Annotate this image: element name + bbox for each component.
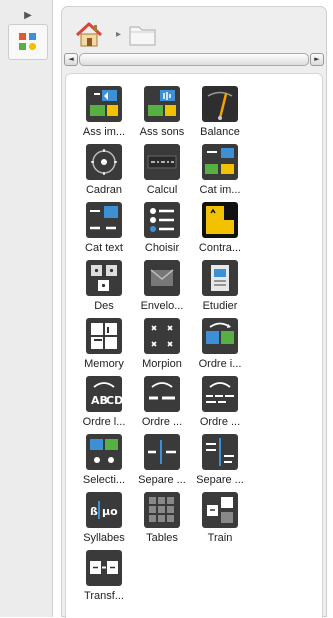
triangle-right-icon[interactable]: ▶ — [22, 10, 34, 22]
tool-label: Calcul — [146, 184, 178, 196]
tool-label: Separe ... — [138, 474, 186, 486]
tool-ass-sons[interactable]: Ass sons — [134, 86, 190, 148]
tool-morpion[interactable]: Morpion — [134, 318, 190, 380]
svg-text:CD: CD — [106, 394, 122, 407]
choose-list-icon — [144, 202, 180, 238]
tool-label: Ass sons — [139, 126, 185, 138]
tool-label: Morpion — [142, 358, 182, 370]
tool-label: Tables — [146, 532, 178, 544]
svg-text:ß: ß — [90, 505, 98, 518]
tool-label: Selecti... — [82, 474, 126, 486]
tool-label: Cat im... — [199, 184, 241, 196]
activities-icon — [19, 33, 37, 51]
syllables-icon: ß µo — [86, 492, 122, 528]
activities-tab[interactable] — [8, 24, 48, 60]
tool-label: Cat text — [85, 242, 123, 254]
separate-words-icon — [144, 434, 180, 470]
separate-sentences-icon — [202, 434, 238, 470]
calculation-icon — [144, 144, 180, 180]
order-letters-icon: AB CD — [86, 376, 122, 412]
tool-syllabes[interactable]: ß µo Syllabes — [76, 492, 132, 554]
clock-dial-icon — [86, 144, 122, 180]
home-icon[interactable] — [74, 21, 104, 54]
breadcrumb: ▸ — [74, 19, 224, 49]
tool-ordre-mots[interactable]: Ordre ... — [134, 376, 190, 438]
tool-separe-mots[interactable]: Separe ... — [134, 434, 190, 496]
scroll-left-button[interactable]: ◄ — [64, 53, 78, 66]
tool-cat-text[interactable]: Cat text — [76, 202, 132, 264]
tool-selection[interactable]: Selecti... — [76, 434, 132, 496]
transform-icon — [86, 550, 122, 586]
contrast-icon — [202, 202, 238, 238]
tool-memory[interactable]: Memory — [76, 318, 132, 380]
tool-label: Syllabes — [83, 532, 125, 544]
scrollbar-thumb[interactable] — [79, 53, 309, 66]
svg-text:µo: µo — [102, 505, 118, 518]
tool-etudier[interactable]: Etudier — [192, 260, 248, 322]
tool-calcul[interactable]: Calcul — [134, 144, 190, 206]
tool-ass-images[interactable]: Ass im... — [76, 86, 132, 148]
categorize-text-icon — [86, 202, 122, 238]
order-sentences-icon — [202, 376, 238, 412]
tool-train[interactable]: Train — [192, 492, 248, 554]
order-words-icon — [144, 376, 180, 412]
tool-label: Contra... — [198, 242, 242, 254]
tool-enveloppe[interactable]: Envelo... — [134, 260, 190, 322]
tables-icon — [144, 492, 180, 528]
scroll-right-button[interactable]: ► — [310, 53, 324, 66]
tool-ordre-phrases[interactable]: Ordre ... — [192, 376, 248, 438]
tool-label: Memory — [84, 358, 124, 370]
tic-tac-toe-icon — [144, 318, 180, 354]
tool-transform[interactable]: Transf... — [76, 550, 132, 612]
tool-label: Ordre ... — [199, 416, 241, 428]
tool-label: Cadran — [85, 184, 123, 196]
side-toolbar: ▶ — [0, 0, 53, 617]
tool-cadran[interactable]: Cadran — [76, 144, 132, 206]
memory-icon — [86, 318, 122, 354]
tool-choisir[interactable]: Choisir — [134, 202, 190, 264]
train-icon — [202, 492, 238, 528]
tool-tables[interactable]: Tables — [134, 492, 190, 554]
tool-separe-phrases[interactable]: Separe ... — [192, 434, 248, 496]
order-images-icon — [202, 318, 238, 354]
tool-label: Choisir — [144, 242, 180, 254]
tool-des[interactable]: Des — [76, 260, 132, 322]
tool-ordre-lettres[interactable]: AB CD Ordre l... — [76, 376, 132, 438]
categorize-images-icon — [202, 144, 238, 180]
balance-icon — [202, 86, 238, 122]
tool-label: Ordre l... — [82, 416, 126, 428]
dice-icon — [86, 260, 122, 296]
tool-label: Transf... — [84, 590, 124, 602]
tool-label: Etudier — [202, 300, 238, 312]
activities-grid: Ass im... Ass sons Balance Cadran Calcul… — [65, 73, 323, 618]
selection-icon — [86, 434, 122, 470]
tool-label: Envelo... — [140, 300, 184, 312]
tool-cat-images[interactable]: Cat im... — [192, 144, 248, 206]
tool-label: Balance — [200, 126, 240, 138]
associate-images-icon — [86, 86, 122, 122]
tool-label: Ordre ... — [141, 416, 183, 428]
tool-label: Separe ... — [196, 474, 244, 486]
tool-ordre-images[interactable]: Ordre i... — [192, 318, 248, 380]
associate-sounds-icon — [144, 86, 180, 122]
study-icon — [202, 260, 238, 296]
envelope-icon — [144, 260, 180, 296]
activities-panel: ▸ ◄ ► Ass im... Ass sons Balance Cadran … — [61, 6, 327, 618]
horizontal-scrollbar[interactable]: ◄ ► — [64, 52, 324, 68]
tool-contraste[interactable]: Contra... — [192, 202, 248, 264]
tool-label: Train — [207, 532, 233, 544]
tool-label: Ass im... — [82, 126, 126, 138]
tool-balance[interactable]: Balance — [192, 86, 248, 148]
tool-label: Ordre i... — [198, 358, 242, 370]
breadcrumb-separator: ▸ — [116, 29, 122, 40]
folder-icon[interactable] — [128, 22, 158, 53]
tool-label: Des — [94, 300, 114, 312]
